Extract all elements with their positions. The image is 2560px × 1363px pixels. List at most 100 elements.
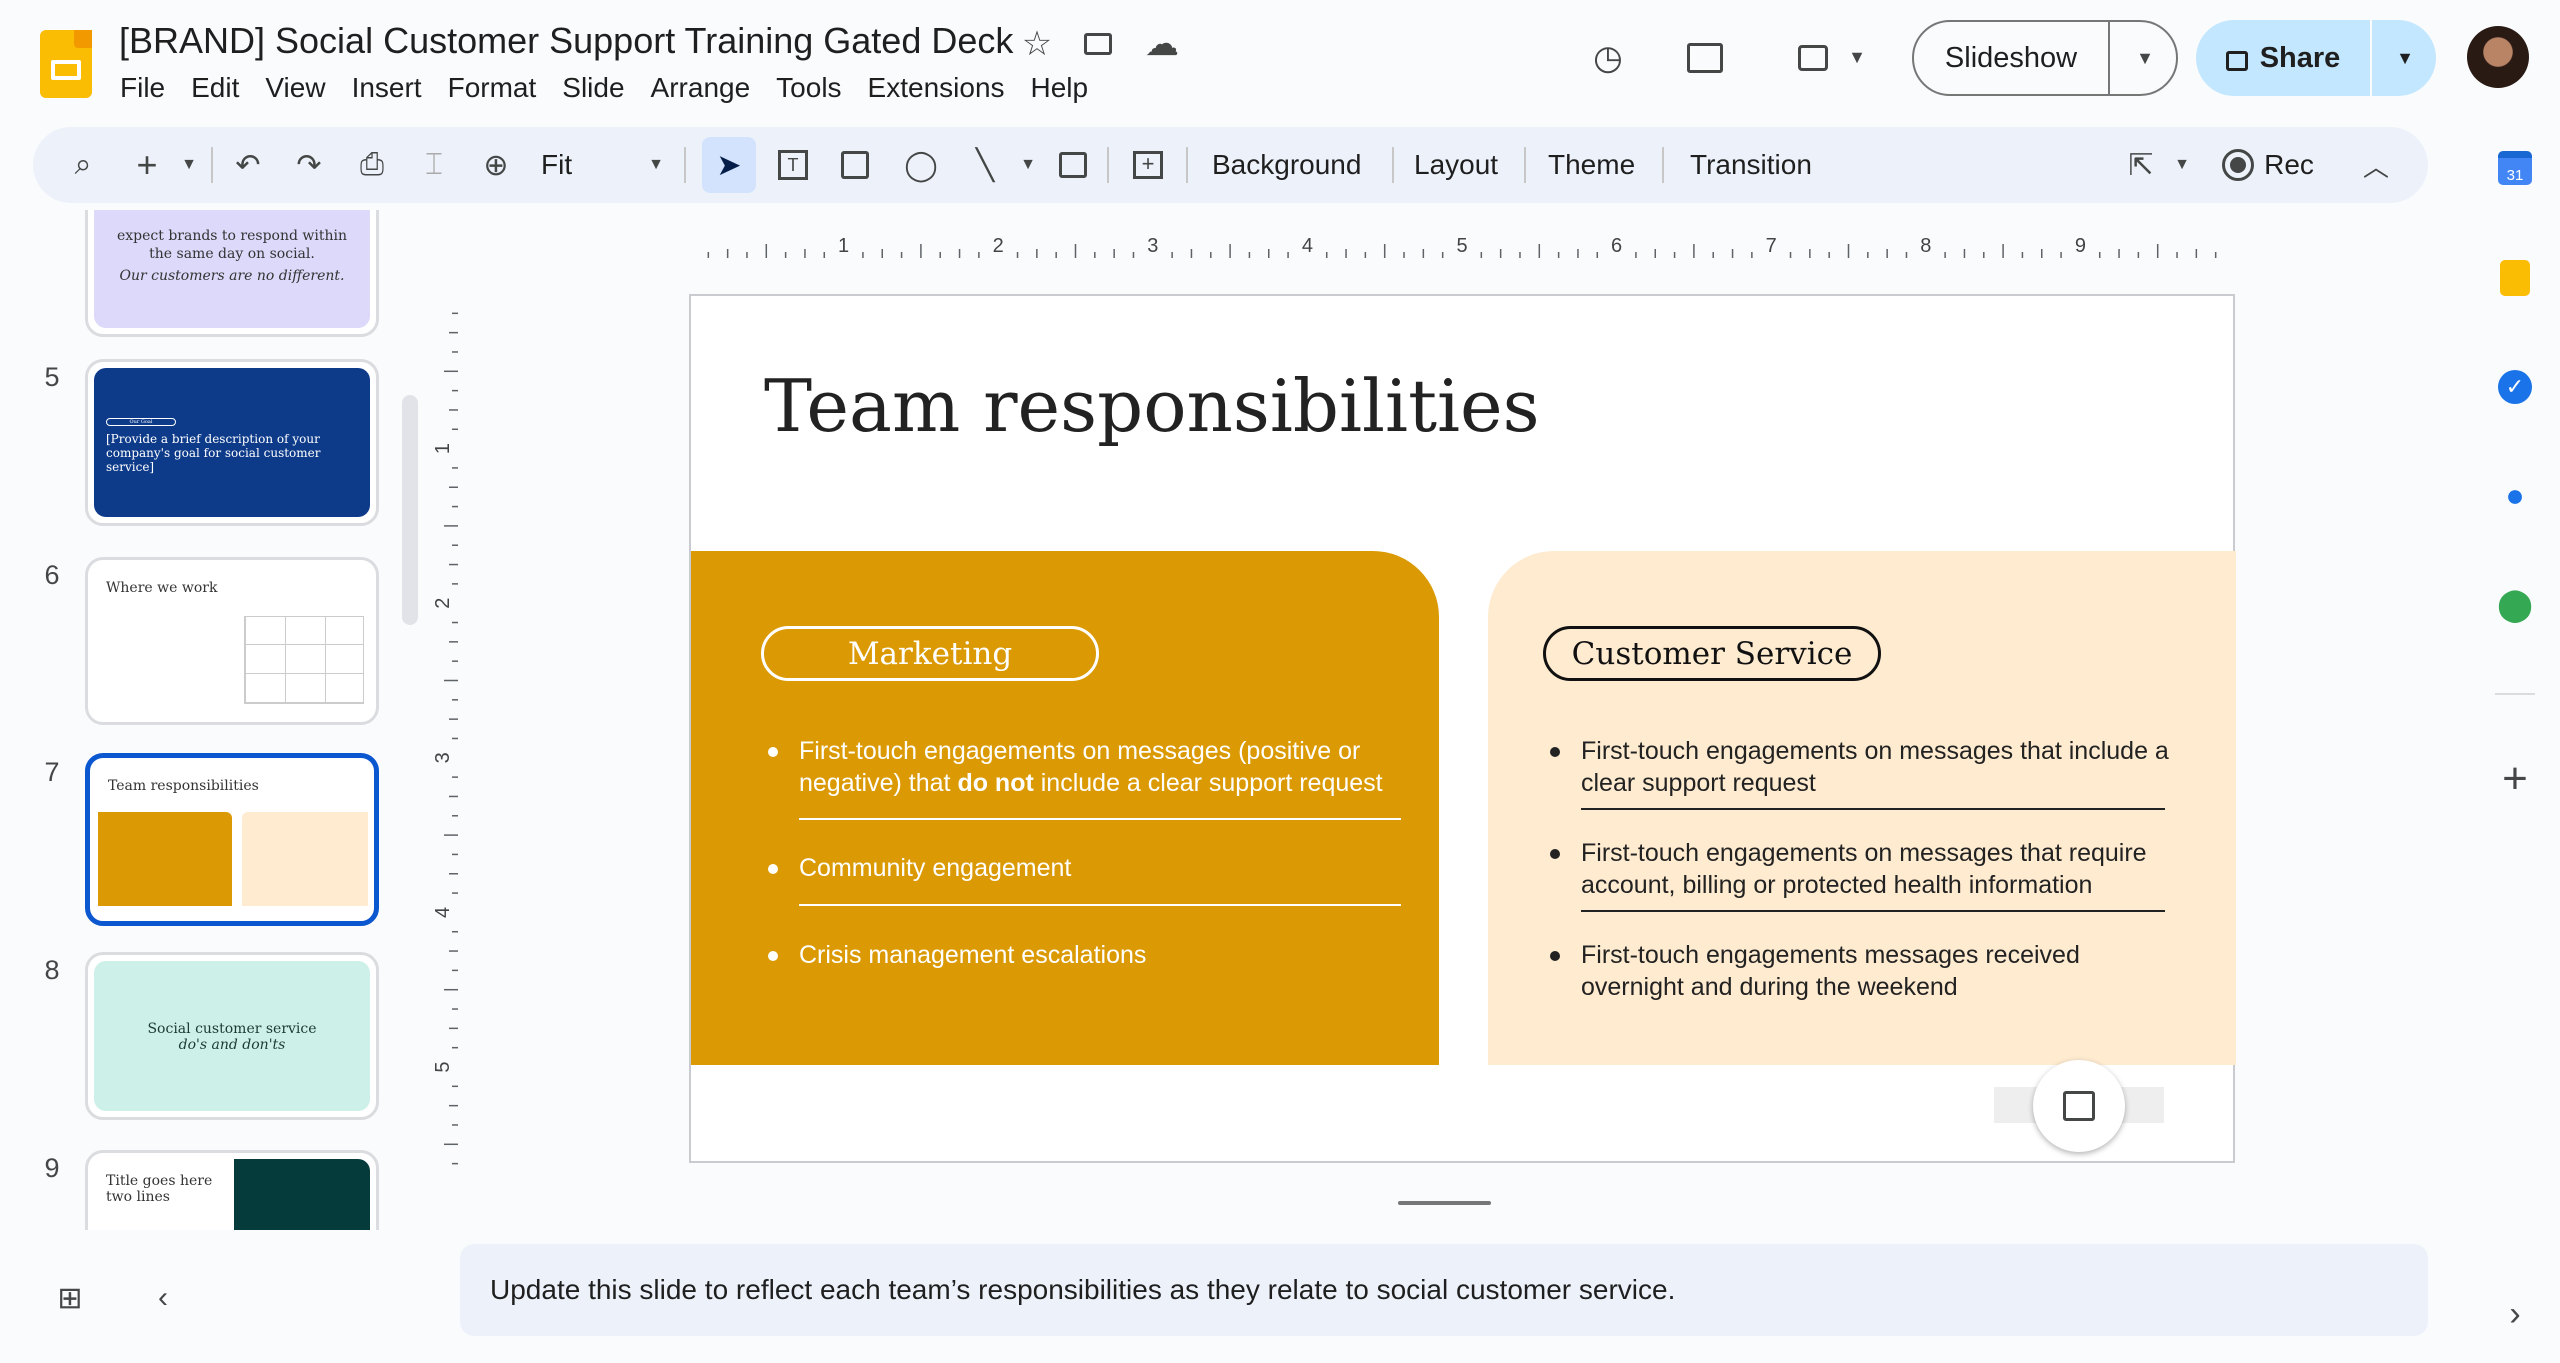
speaker-notes-text[interactable]: Update this slide to reflect each team’s…: [490, 1274, 1675, 1306]
laser-pointer-icon[interactable]: ⇱: [2123, 127, 2159, 203]
contacts-icon[interactable]: ●: [2490, 470, 2540, 520]
slides-logo[interactable]: [40, 30, 92, 98]
maps-icon[interactable]: ⬤: [2490, 579, 2540, 629]
grid-view-icon[interactable]: ⊞: [50, 1278, 90, 1318]
toolbar: ⌕ + ▼ ↶ ↷ ⎙ ⌶ ⊕ Fit ▼ ➤ T ◯ ╲ ▼ + Backgr…: [33, 127, 2428, 203]
new-slide-icon[interactable]: +: [129, 127, 165, 203]
star-icon[interactable]: ☆: [1017, 24, 1057, 64]
ruler-label: 1: [838, 235, 849, 257]
account-avatar[interactable]: [2467, 26, 2529, 88]
menu-file[interactable]: File: [120, 72, 165, 104]
side-panel-divider: [2495, 693, 2535, 695]
keep-icon[interactable]: [2490, 253, 2540, 303]
ruler-label: 3: [1147, 235, 1158, 257]
slide-thumbnail-7[interactable]: Team responsibilities: [85, 753, 379, 926]
menu-bar: File Edit View Insert Format Slide Arran…: [120, 72, 1114, 104]
version-history-icon[interactable]: ◷: [1583, 33, 1633, 83]
slide-thumbnail-9[interactable]: Title goes here two lines: [85, 1150, 379, 1230]
print-icon[interactable]: ⎙: [353, 127, 391, 203]
move-folder-icon[interactable]: [1078, 24, 1118, 64]
ruler-label: 4: [432, 907, 454, 918]
customer-service-label: Customer Service: [1543, 626, 1881, 681]
cs-bullet: First-touch engagements on messages that…: [1550, 837, 2171, 901]
tasks-icon[interactable]: ✓: [2490, 362, 2540, 412]
share-dropdown-icon[interactable]: ▼: [2374, 20, 2436, 96]
shape-icon[interactable]: ◯: [901, 127, 941, 203]
zoom-select[interactable]: Fit: [541, 127, 601, 203]
menu-arrange[interactable]: Arrange: [651, 72, 751, 104]
slide-number: 5: [44, 362, 60, 392]
paint-format-icon[interactable]: ⌶: [415, 127, 453, 203]
ruler-label: 5: [432, 1061, 454, 1072]
ruler-label: 7: [1766, 235, 1777, 257]
layout-button[interactable]: Layout: [1414, 127, 1498, 203]
cloud-saved-icon[interactable]: ☁: [1140, 24, 1184, 64]
horizontal-ruler[interactable]: 1 2 3 4 5 6 7 8 9: [460, 229, 2240, 261]
theme-button[interactable]: Theme: [1548, 127, 1635, 203]
transition-button[interactable]: Transition: [1690, 127, 1812, 203]
marketing-panel[interactable]: Marketing First-touch engagements on mes…: [691, 551, 1439, 1065]
slide-thumbnail-8[interactable]: Social customer service do's and don'ts: [85, 952, 379, 1120]
share-button-group: Share ▼: [2196, 20, 2436, 96]
zoom-dropdown-icon[interactable]: ▼: [644, 127, 668, 203]
menu-edit[interactable]: Edit: [191, 72, 239, 104]
menu-insert[interactable]: Insert: [352, 72, 422, 104]
zoom-icon[interactable]: ⊕: [477, 127, 515, 203]
speaker-notes[interactable]: Update this slide to reflect each team’s…: [460, 1244, 2428, 1336]
customer-service-panel[interactable]: Customer Service First-touch engagements…: [1488, 551, 2236, 1065]
search-menus-icon[interactable]: ⌕: [63, 127, 103, 203]
ruler-label: 8: [1920, 235, 1931, 257]
slide-number: 9: [44, 1153, 60, 1183]
ruler-label: 6: [1611, 235, 1622, 257]
menu-help[interactable]: Help: [1031, 72, 1089, 104]
slideshow-button[interactable]: Slideshow: [1914, 22, 2110, 94]
menu-extensions[interactable]: Extensions: [868, 72, 1005, 104]
menu-format[interactable]: Format: [448, 72, 537, 104]
notes-resize-handle[interactable]: [1398, 1201, 1491, 1205]
slideshow-dropdown-icon[interactable]: ▼: [2112, 22, 2178, 94]
undo-icon[interactable]: ↶: [229, 127, 267, 203]
line-dropdown-icon[interactable]: ▼: [1016, 127, 1040, 203]
vertical-ruler[interactable]: 1 2 3 4 5: [428, 258, 460, 1198]
record-button[interactable]: Rec: [2213, 127, 2323, 203]
select-cursor-icon[interactable]: ➤: [702, 137, 756, 193]
filmstrip-scrollbar[interactable]: [402, 395, 418, 625]
video-icon[interactable]: [1053, 127, 1093, 203]
slide-title[interactable]: Team responsibilities: [764, 364, 1540, 448]
redo-icon[interactable]: ↷: [290, 127, 328, 203]
slide-thumbnail-4[interactable]: expect brands to respond within the same …: [85, 210, 379, 337]
collapse-filmstrip-icon[interactable]: ‹: [145, 1278, 181, 1318]
slideshow-button-group: Slideshow ▼: [1912, 20, 2178, 96]
ruler-label: 3: [432, 752, 454, 763]
new-slide-layout-dropdown-icon[interactable]: ▼: [177, 127, 201, 203]
text-box-icon[interactable]: T: [773, 127, 813, 203]
share-label: Share: [2259, 41, 2341, 74]
meet-camera-icon[interactable]: [1788, 33, 1838, 83]
insert-image-button[interactable]: [2033, 1060, 2125, 1152]
menu-slide[interactable]: Slide: [562, 72, 624, 104]
insert-image-icon[interactable]: [835, 127, 875, 203]
add-addon-icon[interactable]: +: [2490, 754, 2540, 804]
slide-canvas[interactable]: Team responsibilities Marketing First-to…: [689, 294, 2236, 1163]
add-comment-icon[interactable]: +: [1128, 127, 1168, 203]
menu-tools[interactable]: Tools: [776, 72, 841, 104]
slide-thumbnail-6[interactable]: Where we work: [85, 557, 379, 725]
filmstrip: expect brands to respond within the same …: [0, 210, 430, 1230]
comments-icon[interactable]: [1680, 33, 1730, 83]
document-title[interactable]: [BRAND] Social Customer Support Training…: [119, 20, 1013, 62]
slide-thumbnail-5[interactable]: Our Goal [Provide a brief description of…: [85, 359, 379, 526]
line-icon[interactable]: ╲: [965, 127, 1005, 203]
menu-view[interactable]: View: [265, 72, 325, 104]
collapse-toolbar-icon[interactable]: ︿: [2358, 127, 2394, 203]
share-button[interactable]: Share: [2196, 20, 2372, 96]
image-icon: [2063, 1091, 2095, 1121]
calendar-icon[interactable]: 31: [2490, 143, 2540, 193]
ruler-label: 9: [2075, 235, 2086, 257]
cs-bullet: First-touch engagements on messages that…: [1550, 735, 2171, 799]
meet-dropdown-icon[interactable]: ▼: [1845, 45, 1869, 69]
cs-bullet: First-touch engagements messages receive…: [1550, 939, 2171, 1003]
record-icon: [2222, 149, 2255, 181]
expand-side-panel-icon[interactable]: ›: [2490, 1289, 2540, 1339]
background-button[interactable]: Background: [1212, 127, 1361, 203]
pointer-dropdown-icon[interactable]: ▼: [2170, 127, 2194, 203]
